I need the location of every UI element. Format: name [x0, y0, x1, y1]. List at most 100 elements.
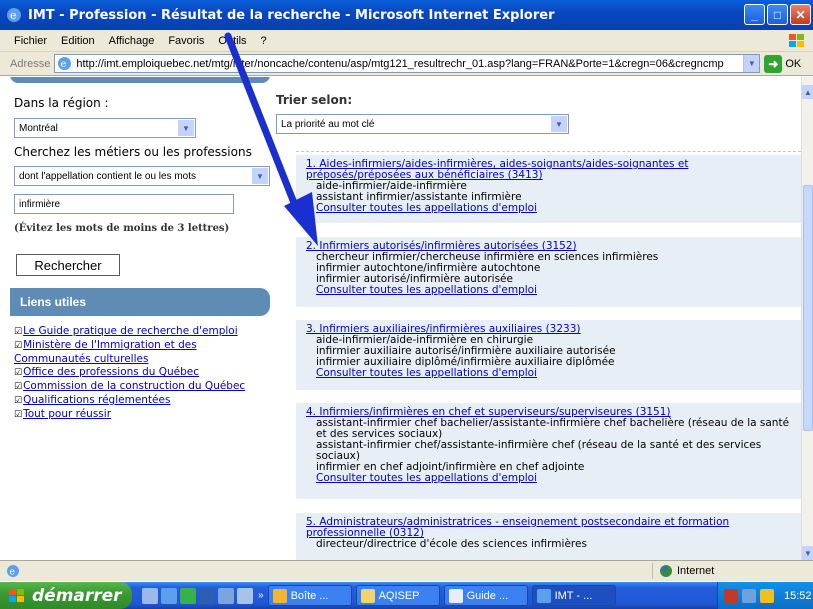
- link-qualifications[interactable]: ☑Qualifications réglementées: [14, 394, 276, 408]
- menu-bar: Fichier Edition Affichage Favoris Outils…: [0, 30, 813, 52]
- scroll-thumb[interactable]: [803, 185, 813, 431]
- scroll-up-icon[interactable]: ▲: [802, 85, 813, 99]
- go-button[interactable]: OK: [785, 58, 801, 70]
- quick-launch: »: [142, 587, 264, 604]
- result-title-link[interactable]: 5. Administrateurs/administratrices - en…: [306, 517, 793, 539]
- chevron-down-icon[interactable]: ▼: [743, 55, 760, 72]
- chevron-down-icon: ▼: [252, 168, 268, 184]
- tray-app-icon[interactable]: [724, 588, 738, 603]
- title-bar: e IMT - Profession - Résultat de la rech…: [0, 0, 813, 30]
- vertical-scrollbar[interactable]: ▲ ▼: [801, 77, 813, 560]
- maximize-button[interactable]: □: [767, 4, 788, 25]
- task-label: AQISEP: [378, 589, 420, 602]
- consult-appellations-link[interactable]: Consulter toutes les appellations d'empl…: [306, 473, 793, 484]
- app-icon[interactable]: [237, 587, 253, 604]
- result-item-2: 2. Infirmiers autorisés/infirmières auto…: [296, 237, 801, 307]
- link-commission-construction[interactable]: ☑Commission de la construction du Québec: [14, 380, 276, 394]
- globe-icon: [660, 565, 672, 577]
- svg-text:e: e: [61, 59, 67, 70]
- external-link-icon: ☑: [14, 382, 23, 392]
- result-title-link[interactable]: 1. Aides-infirmiers/aides-infirmières, a…: [306, 159, 793, 181]
- region-label: Dans la région :: [14, 96, 109, 110]
- chevron-down-icon: ▼: [178, 120, 194, 136]
- volume-icon[interactable]: [742, 588, 756, 603]
- criteria-select[interactable]: dont l'appellation contient le ou les mo…: [14, 166, 270, 186]
- link-label: Commission de la construction du Québec: [23, 380, 246, 392]
- minimize-button[interactable]: _: [744, 4, 765, 25]
- show-desktop-icon[interactable]: [142, 587, 158, 604]
- task-guide[interactable]: Guide ...: [443, 585, 528, 606]
- external-link-icon: ☑: [14, 396, 23, 406]
- appellation: directeur/directrice d'école des science…: [316, 538, 587, 550]
- consult-appellations-link[interactable]: Consulter toutes les appellations d'empl…: [306, 285, 793, 296]
- system-tray: 15:52: [717, 582, 813, 609]
- search-button[interactable]: Rechercher: [16, 254, 120, 276]
- internet-explorer-icon: [536, 588, 551, 603]
- link-label: Le Guide pratique de recherche d'emploi: [23, 325, 238, 337]
- menu-fichier[interactable]: Fichier: [14, 35, 47, 47]
- consult-appellations-link[interactable]: Consulter toutes les appellations d'empl…: [306, 368, 793, 379]
- link-tout-pour-reussir[interactable]: ☑Tout pour réussir: [14, 408, 276, 422]
- internet-explorer-icon: e: [7, 8, 21, 22]
- link-label: Qualifications réglementées: [23, 394, 171, 406]
- address-input[interactable]: e http://imt.emploiquebec.net/mtg/inter/…: [54, 54, 761, 73]
- task-boite[interactable]: Boîte ...: [267, 585, 352, 606]
- chevron-right-icon[interactable]: »: [258, 590, 264, 601]
- security-zone: Internet: [652, 563, 714, 579]
- result-item-5: 5. Administrateurs/administratrices - en…: [296, 513, 801, 560]
- word-icon[interactable]: [199, 587, 215, 604]
- close-button[interactable]: ✕: [790, 4, 811, 25]
- scroll-down-icon[interactable]: ▼: [802, 546, 813, 560]
- consult-appellations-link[interactable]: Consulter toutes les appellations d'empl…: [306, 203, 793, 214]
- link-guide-recherche[interactable]: ☑Le Guide pratique de recherche d'emploi: [14, 325, 276, 339]
- start-label: démarrer: [32, 585, 122, 606]
- menu-affichage[interactable]: Affichage: [109, 35, 155, 47]
- search-hint: (Évitez les mots de moins de 3 lettres): [14, 223, 230, 234]
- result-item-3: 3. Infirmiers auxiliaires/infirmières au…: [296, 320, 801, 390]
- link-communautes-culturelles[interactable]: Communautés culturelles: [14, 353, 276, 366]
- svg-text:e: e: [10, 568, 15, 578]
- region-select[interactable]: Montréal ▼: [14, 118, 196, 138]
- result-item-4: 4. Infirmiers/infirmières en chef et sup…: [296, 403, 801, 499]
- windows-logo-icon: [789, 34, 804, 47]
- useful-links-header: Liens utiles: [10, 288, 270, 316]
- address-url: http://imt.emploiquebec.net/mtg/inter/no…: [76, 57, 724, 70]
- criteria-value: dont l'appellation contient le ou les mo…: [19, 170, 197, 182]
- task-label: IMT - ...: [554, 589, 593, 602]
- start-button[interactable]: démarrer: [0, 582, 132, 609]
- word-doc-icon: [448, 588, 463, 603]
- link-label: Ministère de l'Immigration et des: [23, 339, 197, 351]
- internet-explorer-icon[interactable]: [161, 587, 177, 604]
- task-aqisep[interactable]: AQISEP: [355, 585, 440, 606]
- external-link-icon: ☑: [14, 410, 23, 420]
- keyword-input[interactable]: infirmière: [14, 194, 234, 214]
- zone-label: Internet: [677, 565, 715, 577]
- external-link-icon: ☑: [14, 327, 23, 337]
- link-office-professions[interactable]: ☑Office des professions du Québec: [14, 366, 276, 380]
- security-shield-icon[interactable]: [760, 588, 774, 603]
- address-bar: Adresse e http://imt.emploiquebec.net/mt…: [0, 52, 813, 76]
- menu-outils[interactable]: Outils: [218, 35, 246, 47]
- menu-favoris[interactable]: Favoris: [168, 35, 204, 47]
- search-label: Cherchez les métiers ou les professions: [14, 145, 252, 159]
- app-icon[interactable]: [218, 587, 234, 604]
- link-label: Office des professions du Québec: [23, 366, 200, 378]
- chevron-down-icon: ▼: [551, 116, 567, 132]
- sort-select[interactable]: La priorité au mot clé ▼: [276, 114, 569, 134]
- svg-text:e: e: [10, 9, 17, 22]
- panel-top-band: [10, 77, 270, 83]
- link-ministere-immigration[interactable]: ☑Ministère de l'Immigration et des: [14, 339, 276, 353]
- outlook-icon: [272, 588, 287, 603]
- media-icon[interactable]: [180, 587, 196, 604]
- go-arrow-icon[interactable]: ➜: [764, 54, 783, 73]
- external-link-icon: ☑: [14, 341, 23, 351]
- appellation: assistant-infirmier chef/assistante-infi…: [316, 439, 762, 462]
- address-label: Adresse: [10, 57, 51, 70]
- menu-help[interactable]: ?: [261, 35, 267, 47]
- link-label: Tout pour réussir: [23, 408, 112, 420]
- divider: [296, 151, 801, 152]
- status-bar: e Internet: [0, 560, 813, 581]
- menu-edition[interactable]: Edition: [61, 35, 95, 47]
- task-imt[interactable]: IMT - ...: [531, 585, 616, 606]
- useful-links-list: ☑Le Guide pratique de recherche d'emploi…: [14, 325, 276, 422]
